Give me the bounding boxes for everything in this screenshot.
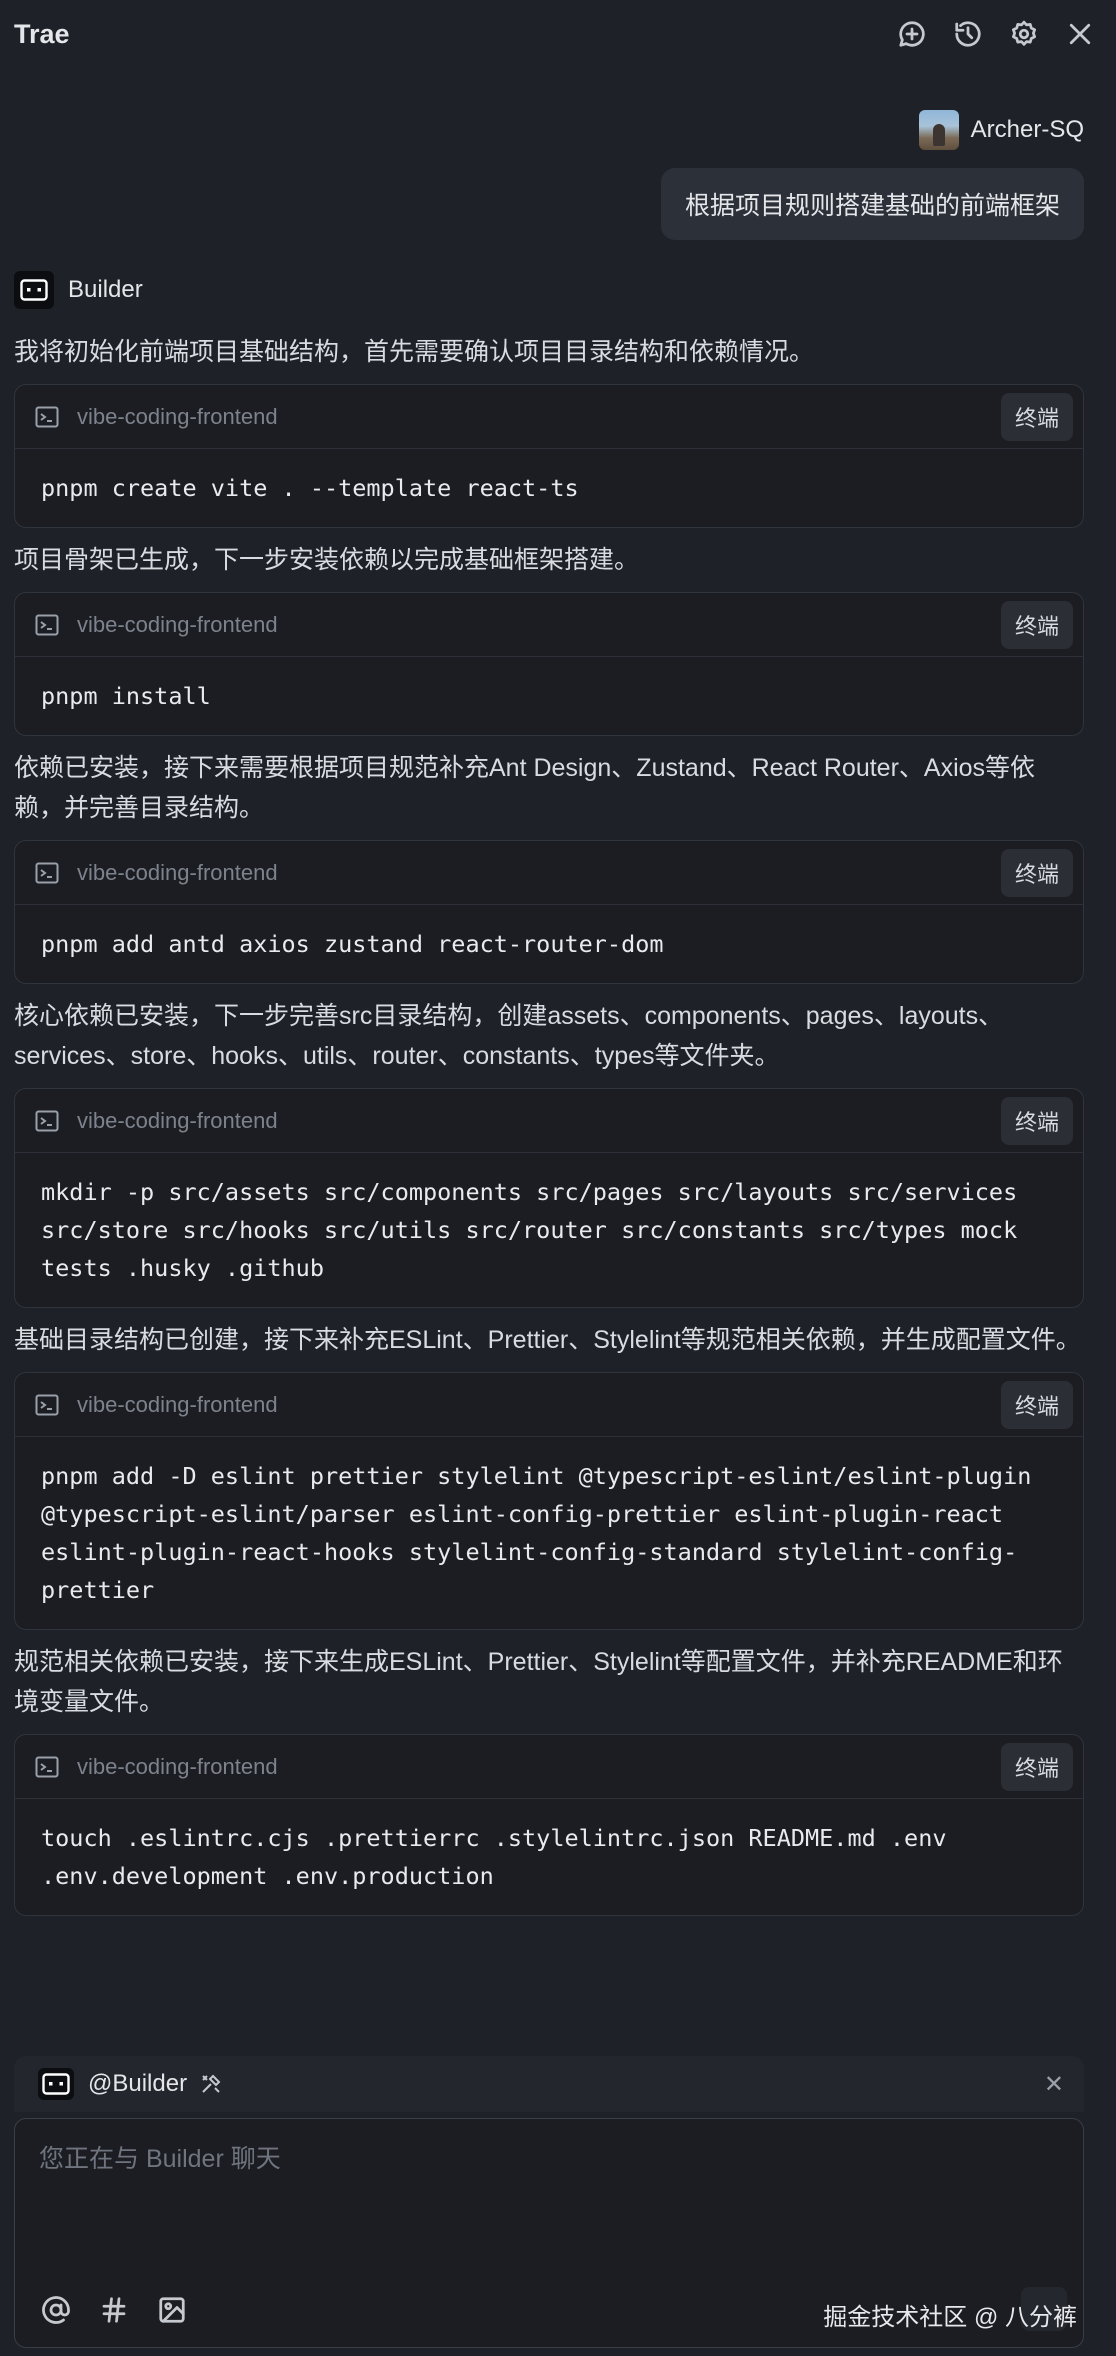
terminal-icon [35,406,59,428]
terminal-card-header: vibe-coding-frontend 终端 [15,385,1083,449]
command-text: touch .eslintrc.cjs .prettierrc .styleli… [41,1824,947,1890]
remove-mention-icon[interactable]: ✕ [1044,2070,1064,2099]
composer-tools [41,2295,187,2325]
command-text: pnpm add -D eslint prettier stylelint @t… [41,1462,1032,1604]
working-directory: vibe-coding-frontend [77,859,278,885]
command-text: pnpm create vite . --template react-ts [41,474,579,502]
at-icon[interactable] [41,2295,71,2325]
terminal-card-header: vibe-coding-frontend 终端 [15,1089,1083,1153]
assistant-text: 基础目录结构已创建，接下来补充ESLint、Prettier、Stylelint… [14,1326,1081,1354]
assistant-name: Builder [68,276,143,303]
builder-bot-icon [38,2068,74,2100]
working-directory: vibe-coding-frontend [77,1391,278,1417]
assistant-text: 我将初始化前端项目基础结构，首先需要确认项目目录结构和依赖情况。 [14,338,815,366]
terminal-command-card: vibe-coding-frontend 终端 touch .eslintrc.… [14,1734,1084,1916]
command-text: mkdir -p src/assets src/components src/p… [41,1178,1018,1282]
hash-icon[interactable] [99,2295,129,2325]
terminal-card-header: vibe-coding-frontend 终端 [15,1373,1083,1437]
new-chat-icon[interactable] [896,18,928,50]
terminal-icon [35,614,59,636]
watermark-text: 掘金技术社区 @ 八分裤 [823,2304,1077,2331]
open-terminal-button[interactable]: 终端 [1000,1380,1073,1429]
agent-mention-bar: @Builder ✕ [14,2056,1084,2112]
open-terminal-button[interactable]: 终端 [1000,600,1073,649]
user-name: Archer-SQ [970,116,1084,143]
assistant-text: 规范相关依赖已安装，接下来生成ESLint、Prettier、Stylelint… [14,1648,1063,1716]
open-terminal-button[interactable]: 终端 [1000,848,1073,897]
terminal-command-card: vibe-coding-frontend 终端 pnpm add antd ax… [14,840,1084,984]
open-terminal-button[interactable]: 终端 [1000,392,1073,441]
history-icon[interactable] [952,18,984,50]
assistant-text: 项目骨架已生成，下一步安装依赖以完成基础框架搭建。 [14,546,640,574]
user-message-bubble: 根据项目规则搭建基础的前端框架 [660,168,1084,240]
title-bar: Trae [0,0,1116,68]
tools-icon[interactable] [199,2072,223,2096]
terminal-icon [35,1756,59,1778]
terminal-command-card: vibe-coding-frontend 终端 pnpm create vite… [14,384,1084,528]
assistant-header: Builder [14,270,143,310]
user-avatar [918,110,959,150]
terminal-command-card: vibe-coding-frontend 终端 pnpm install [14,592,1084,736]
chat-input[interactable] [39,2139,1039,2249]
open-terminal-button[interactable]: 终端 [1000,1742,1073,1791]
command-text: pnpm install [41,682,211,710]
terminal-card-header: vibe-coding-frontend 终端 [15,1735,1083,1799]
chat-composer: 掘金技术社区 @ 八分裤 [14,2118,1084,2348]
assistant-text: 依赖已安装，接下来需要根据项目规范补充Ant Design、Zustand、Re… [14,754,1036,822]
terminal-icon [35,1394,59,1416]
working-directory: vibe-coding-frontend [77,611,278,637]
terminal-card-header: vibe-coding-frontend 终端 [15,841,1083,905]
working-directory: vibe-coding-frontend [77,1753,278,1779]
image-icon[interactable] [157,2295,187,2325]
terminal-icon [35,1110,59,1132]
header-actions [896,18,1102,50]
user-message-header: Archer-SQ [918,108,1084,152]
builder-bot-icon [14,271,54,309]
assistant-text: 核心依赖已安装，下一步完善src目录结构，创建assets、components… [14,1002,1004,1070]
terminal-icon [35,862,59,884]
open-terminal-button[interactable]: 终端 [1000,1096,1073,1145]
settings-icon[interactable] [1008,18,1040,50]
assistant-response: 我将初始化前端项目基础结构，首先需要确认项目目录结构和依赖情况。 vibe-co… [14,332,1084,1928]
close-icon[interactable] [1064,18,1096,50]
command-text: pnpm add antd axios zustand react-router… [41,930,664,958]
app-title: Trae [14,18,70,49]
terminal-command-card: vibe-coding-frontend 终端 pnpm add -D esli… [14,1372,1084,1630]
terminal-card-header: vibe-coding-frontend 终端 [15,593,1083,657]
agent-mention: @Builder [88,2070,188,2097]
terminal-command-card: vibe-coding-frontend 终端 mkdir -p src/ass… [14,1088,1084,1308]
working-directory: vibe-coding-frontend [77,403,278,429]
working-directory: vibe-coding-frontend [77,1107,278,1133]
